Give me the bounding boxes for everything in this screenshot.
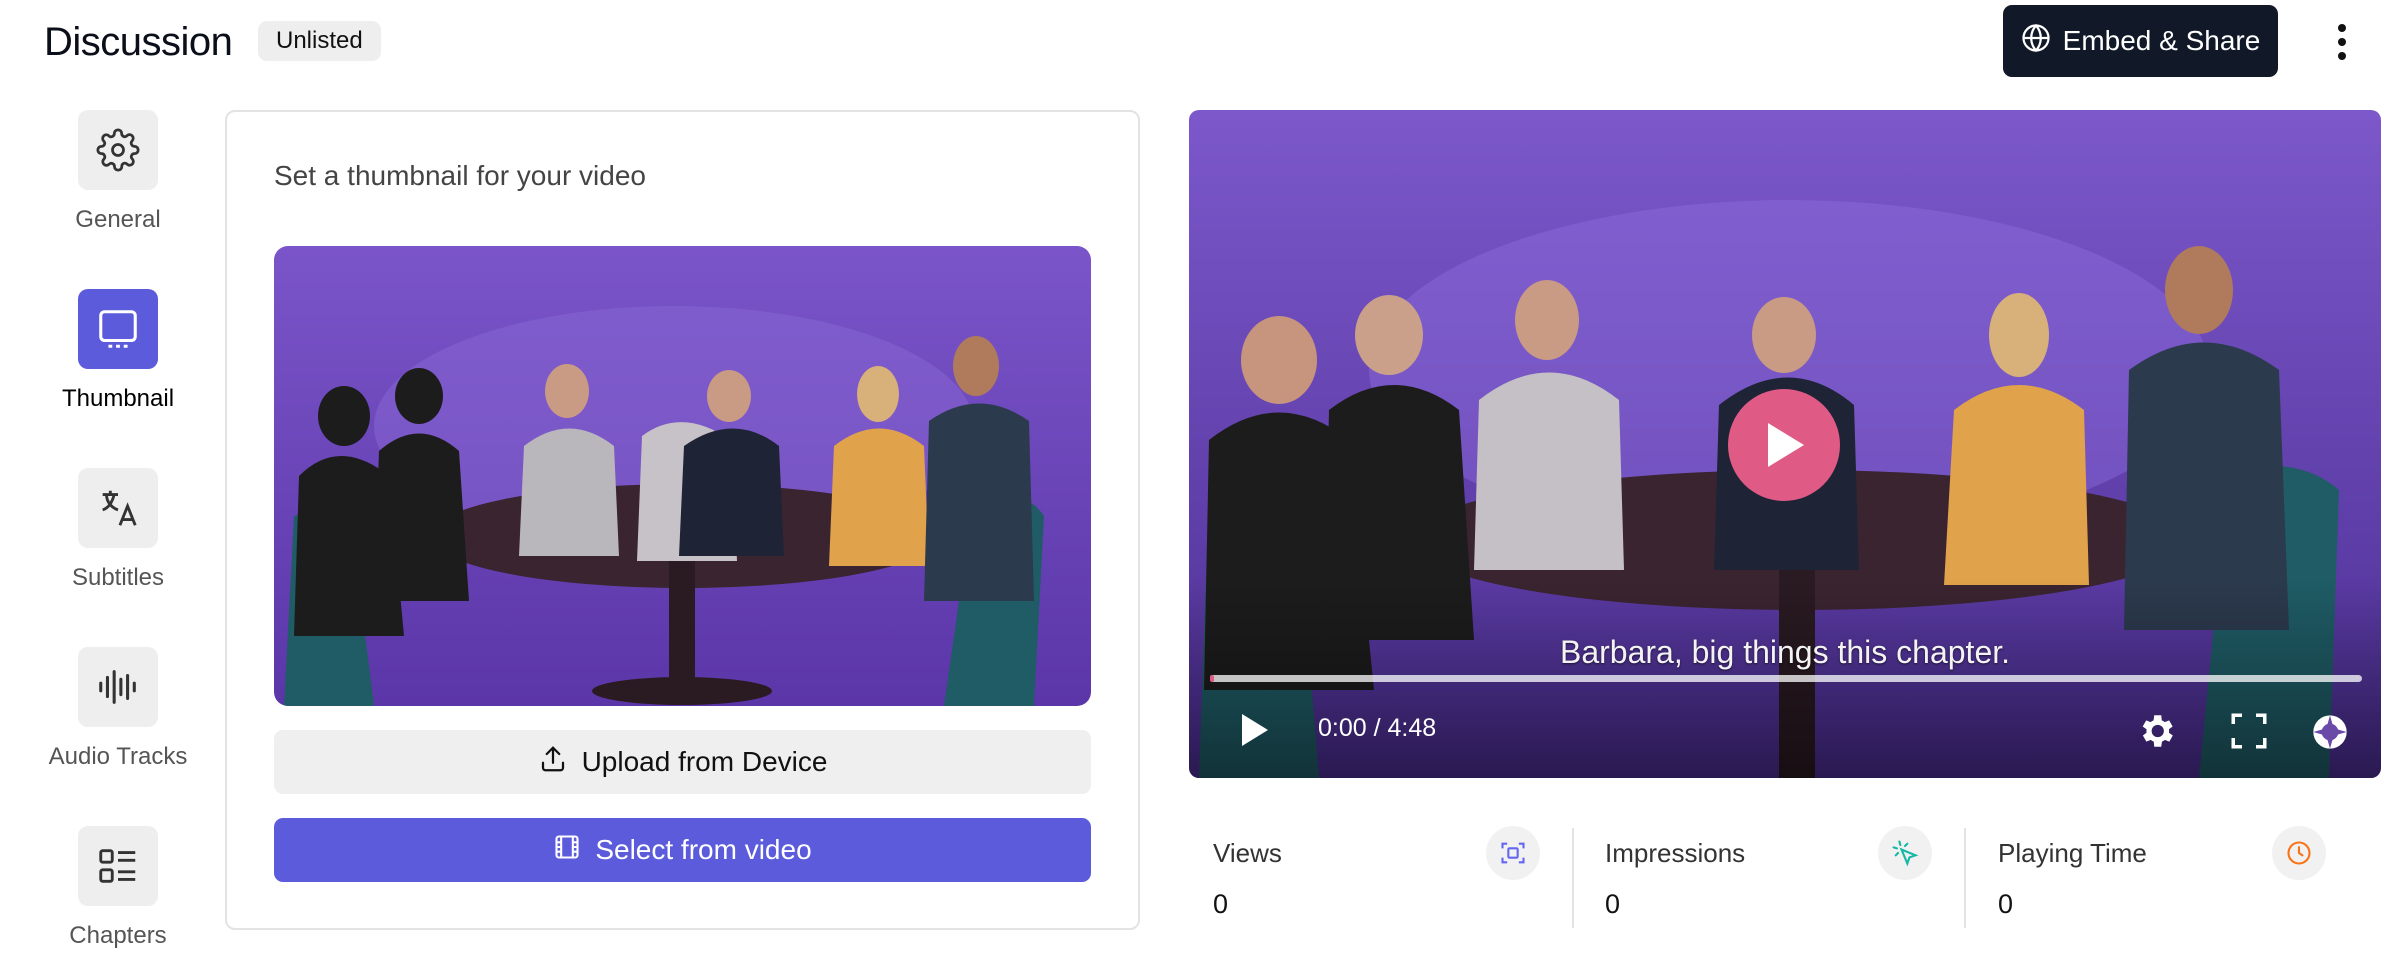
sidebar-item-thumbnail[interactable]: Thumbnail xyxy=(38,289,198,413)
page-title: Discussion xyxy=(44,20,233,64)
waveform-icon xyxy=(78,647,158,727)
sidebar-item-label: Audio Tracks xyxy=(48,743,188,770)
upload-label: Upload from Device xyxy=(581,746,828,777)
more-options-icon[interactable] xyxy=(2320,16,2364,68)
stat-label: Views xyxy=(1213,838,1282,868)
stat-views: Views 0 xyxy=(1213,838,1282,920)
stat-playing-time: Playing Time 0 xyxy=(1998,838,2147,920)
embed-share-label: Embed & Share xyxy=(2062,25,2261,56)
stat-impressions: Impressions 0 xyxy=(1605,838,1745,920)
player-brand-logo-icon[interactable] xyxy=(2310,712,2350,757)
sidebar-item-audio-tracks[interactable]: Audio Tracks xyxy=(38,647,198,771)
globe-icon xyxy=(2021,23,2051,60)
translate-icon xyxy=(78,468,158,548)
gear-icon xyxy=(78,110,158,190)
clock-icon xyxy=(2272,826,2326,880)
video-progress-bar[interactable] xyxy=(1210,675,2362,682)
video-subtitle-caption: Barbara, big things this chapter. xyxy=(1559,634,2011,670)
stat-value: 0 xyxy=(1213,889,1229,919)
select-label: Select from video xyxy=(595,834,812,865)
sidebar-item-label: Thumbnail xyxy=(61,385,175,412)
upload-from-device-button[interactable]: Upload from Device xyxy=(274,730,1091,794)
scan-icon xyxy=(1486,826,1540,880)
upload-icon xyxy=(538,744,568,781)
thumbnail-preview-image xyxy=(274,246,1091,706)
stat-label: Playing Time xyxy=(1998,838,2147,868)
stat-divider xyxy=(1572,828,1574,928)
visibility-badge: Unlisted xyxy=(258,21,381,61)
panel-title: Set a thumbnail for your video xyxy=(274,160,646,191)
select-from-video-button[interactable]: Select from video xyxy=(274,818,1091,882)
play-icon[interactable] xyxy=(1238,712,1272,753)
fullscreen-icon[interactable] xyxy=(2228,710,2270,757)
stat-divider xyxy=(1964,828,1966,928)
video-time-display: 0:00 / 4:48 xyxy=(1318,714,1437,742)
play-overlay-button[interactable] xyxy=(1728,389,1840,501)
video-progress-fill xyxy=(1210,675,1214,682)
list-icon xyxy=(78,826,158,906)
sidebar-item-subtitles[interactable]: Subtitles xyxy=(38,468,198,592)
sidebar-item-label: Subtitles xyxy=(71,564,165,591)
sidebar-item-label: Chapters xyxy=(69,922,167,949)
sidebar-item-label: General xyxy=(75,206,161,233)
film-icon xyxy=(553,833,581,868)
monitor-icon xyxy=(78,289,158,369)
sidebar-item-chapters[interactable]: Chapters xyxy=(38,826,198,950)
embed-share-button[interactable]: Embed & Share xyxy=(2003,5,2278,77)
stat-value: 0 xyxy=(1605,889,1621,919)
settings-gear-icon[interactable] xyxy=(2135,710,2177,757)
stat-value: 0 xyxy=(1998,889,2014,919)
sidebar-item-general[interactable]: General xyxy=(38,110,198,234)
cursor-click-icon xyxy=(1878,826,1932,880)
stat-label: Impressions xyxy=(1605,838,1746,868)
